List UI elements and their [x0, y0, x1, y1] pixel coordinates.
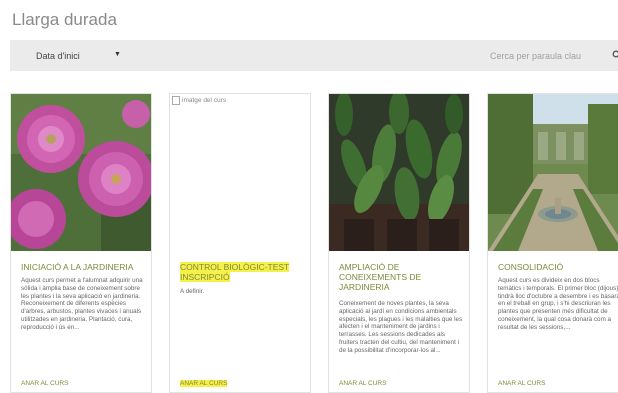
- course-card[interactable]: imatge del curs CONTROL BIOLÒGIC-TEST IN…: [169, 93, 311, 393]
- course-description: A definir.: [180, 288, 205, 295]
- broken-image-icon: [172, 96, 180, 105]
- course-image-dahlias: [11, 94, 151, 251]
- broken-image: imatge del curs: [172, 96, 226, 105]
- course-image-formal-garden: [488, 94, 618, 251]
- course-image-potted-plants: [329, 94, 469, 251]
- course-card[interactable]: INICIACIÓ A LA JARDINERIA Aquest curs pe…: [10, 93, 152, 393]
- search-box: [490, 40, 618, 71]
- course-description: Coneixement de noves plantes, la seva ap…: [339, 300, 463, 354]
- sort-dropdown-label: Data d'inici: [36, 50, 80, 61]
- course-title[interactable]: CONTROL BIOLÒGIC-TEST INSCRIPCIÓ: [180, 262, 304, 282]
- search-input[interactable]: [490, 50, 588, 61]
- course-title[interactable]: INICIACIÓ A LA JARDINERIA: [21, 262, 145, 272]
- go-to-course-link[interactable]: ANAR AL CURS: [180, 380, 228, 387]
- go-to-course-link[interactable]: ANAR AL CURS: [21, 380, 68, 387]
- course-description: Aquest curs permet a l'alumnat adquirir …: [21, 277, 143, 331]
- go-to-course-link[interactable]: ANAR AL CURS: [339, 380, 386, 387]
- image-alt-text: imatge del curs: [182, 97, 227, 104]
- course-image-placeholder: imatge del curs: [170, 94, 310, 251]
- go-to-course-link[interactable]: ANAR AL CURS: [498, 380, 545, 387]
- sort-dropdown[interactable]: Data d'inici ▼: [36, 40, 126, 71]
- course-card[interactable]: AMPLIACIÓ DE CONEIXEMENTS DE JARDINERIA …: [328, 93, 470, 393]
- course-title[interactable]: CONSOLIDACIÓ: [498, 262, 618, 272]
- filter-toolbar: Data d'inici ▼: [10, 40, 618, 71]
- caret-down-icon: ▼: [114, 51, 121, 58]
- course-card[interactable]: CONSOLIDACIÓ Aquest curs es divideix en …: [487, 93, 618, 393]
- course-description: Aquest curs es divideix en dos blocs tem…: [498, 277, 618, 331]
- page-title: Llarga durada: [12, 10, 117, 29]
- search-icon[interactable]: [612, 50, 618, 60]
- course-title[interactable]: AMPLIACIÓ DE CONEIXEMENTS DE JARDINERIA: [339, 262, 463, 292]
